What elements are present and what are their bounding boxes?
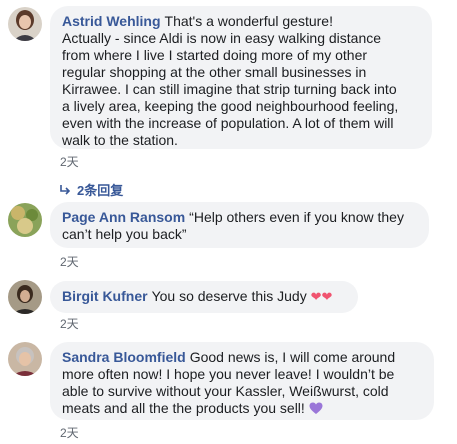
comment-author[interactable]: Page Ann Ransom	[62, 209, 185, 225]
comment-line: “Help others even if you know they	[189, 209, 404, 225]
comment-line: Actually - since Aldi is now in easy wal…	[62, 30, 382, 46]
comment-bubble: Birgit Kufner You so deserve this Judy ❤❤	[50, 281, 358, 313]
avatar[interactable]	[8, 342, 42, 376]
comment-bubble: Sandra Bloomfield Good news is, I will co…	[50, 342, 434, 420]
comment-line: walk to the station.	[62, 132, 178, 148]
heart-emoji-icon: ❤❤	[310, 289, 333, 304]
comment-line: That's a wonderful gesture!	[164, 13, 333, 29]
comment-line: more often now! I hope you never leave! …	[62, 366, 395, 382]
comment-timestamp[interactable]: 2天	[60, 153, 79, 170]
comment-line: Good news is, I will come around	[189, 349, 396, 365]
comment-line: from where I live I started doing more o…	[62, 47, 368, 63]
comment-author[interactable]: Sandra Bloomfield	[62, 349, 186, 365]
avatar[interactable]	[8, 203, 42, 237]
avatar[interactable]	[8, 280, 42, 314]
avatar[interactable]	[8, 7, 42, 41]
comment-line: able to survive without your Kassler, We…	[62, 383, 389, 399]
comment-bubble: Page Ann Ransom “Help others even if you …	[50, 202, 429, 248]
reply-arrow-icon	[60, 183, 71, 198]
comment-timestamp[interactable]: 2天	[60, 315, 79, 332]
comment-timestamp[interactable]: 2天	[60, 253, 79, 270]
comment-line: regular shopping at the other small busi…	[62, 64, 367, 80]
comment-author[interactable]: Astrid Wehling	[62, 13, 161, 29]
comment-line: Kirrawee. I can still imagine that strip…	[62, 81, 397, 97]
replies-label: 2条回复	[77, 183, 124, 198]
comment-line: a lively area, keeping the good neighbou…	[62, 98, 399, 114]
comment-author[interactable]: Birgit Kufner	[62, 288, 148, 304]
comment-bubble: Astrid Wehling That's a wonderful gesture…	[50, 6, 432, 149]
comment-line: meats and all the the products you sell!	[62, 400, 305, 416]
view-replies-link[interactable]: 2条回复	[60, 180, 123, 199]
comment-line: even with the increase of population. A …	[62, 115, 394, 131]
comment-line: can’t help you back”	[62, 226, 187, 242]
purple-heart-icon	[309, 402, 323, 415]
comment-timestamp[interactable]: 2天	[60, 424, 79, 441]
comment-line: You so deserve this Judy	[151, 288, 307, 304]
